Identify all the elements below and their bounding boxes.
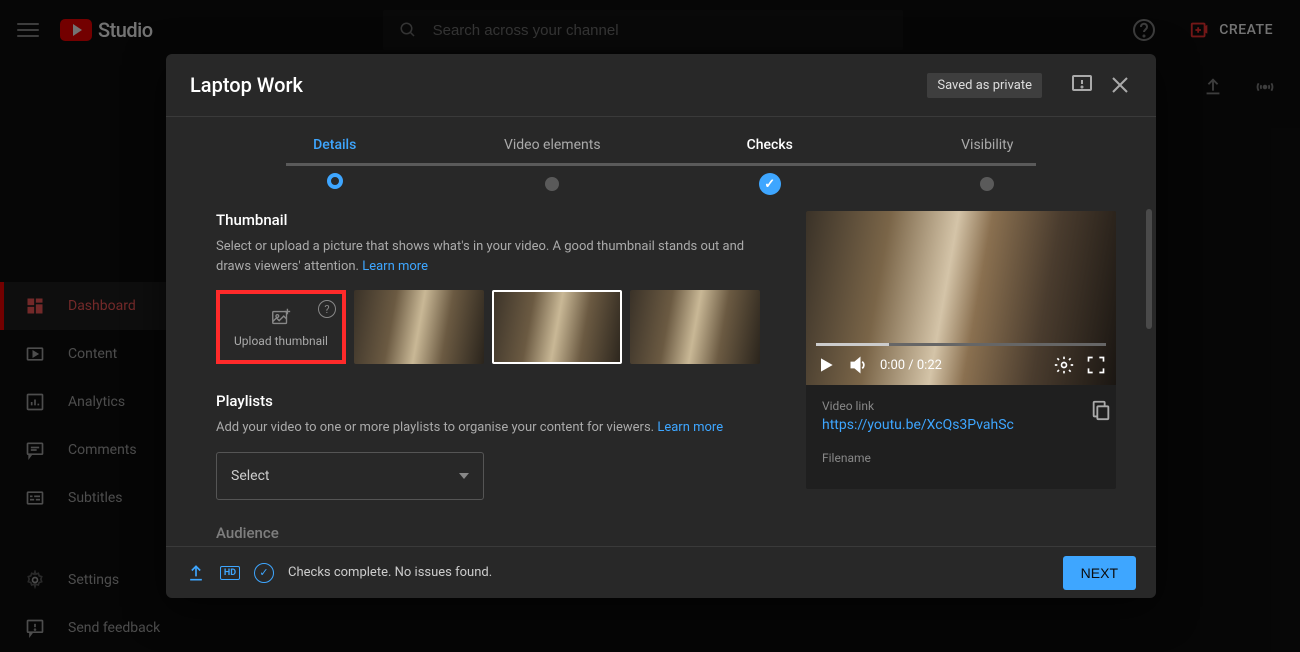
video-player[interactable]: 0:00 / 0:22 [806, 211, 1116, 385]
audience-title: Audience [216, 524, 766, 542]
copy-icon[interactable] [1090, 399, 1112, 421]
modal-footer: HD ✓ Checks complete. No issues found. N… [166, 546, 1156, 598]
preview-info: Video link https://youtu.be/XcQs3PvahSc … [806, 385, 1116, 489]
feedback-icon[interactable] [1070, 73, 1094, 97]
video-controls: 0:00 / 0:22 [806, 345, 1116, 385]
step-details[interactable]: Details [226, 137, 444, 167]
modal-body: Thumbnail Select or upload a picture tha… [166, 187, 1156, 546]
thumbnail-row: Upload thumbnail ? [216, 290, 766, 364]
checks-status-text: Checks complete. No issues found. [288, 565, 492, 580]
add-image-icon [270, 306, 292, 328]
playlists-learn-more-link[interactable]: Learn more [657, 420, 723, 435]
close-icon[interactable] [1108, 73, 1132, 97]
stepper: Details Video elements Checks Visibility [166, 117, 1156, 187]
save-status-badge: Saved as private [927, 73, 1042, 98]
step-visibility[interactable]: Visibility [879, 137, 1097, 167]
video-preview: 0:00 / 0:22 Video link https://youtu.be/… [806, 211, 1116, 489]
thumbnail-learn-more-link[interactable]: Learn more [362, 259, 428, 274]
step-checks[interactable]: Checks [661, 137, 879, 167]
thumbnail-option-3[interactable] [630, 290, 760, 364]
volume-icon[interactable] [848, 355, 868, 375]
preview-panel: 0:00 / 0:22 Video link https://youtu.be/… [806, 187, 1156, 546]
upload-thumbnail-button[interactable]: Upload thumbnail ? [216, 290, 346, 364]
filename-label: Filename [822, 451, 1100, 465]
next-button[interactable]: NEXT [1063, 556, 1136, 590]
chevron-down-icon [459, 473, 469, 479]
video-link[interactable]: https://youtu.be/XcQs3PvahSc [822, 417, 1100, 433]
fullscreen-icon[interactable] [1086, 355, 1106, 375]
playlists-desc: Add your video to one or more playlists … [216, 418, 766, 438]
hd-badge: HD [220, 566, 240, 580]
help-icon[interactable]: ? [318, 300, 336, 318]
play-icon[interactable] [816, 355, 836, 375]
upload-thumbnail-label: Upload thumbnail [234, 334, 328, 348]
playlists-title: Playlists [216, 392, 766, 410]
video-progress-bar[interactable] [816, 343, 1106, 346]
check-circle-icon: ✓ [254, 563, 274, 583]
modal-title: Laptop Work [190, 73, 927, 97]
scrollbar[interactable] [1144, 209, 1152, 386]
select-label: Select [231, 468, 269, 484]
thumbnail-desc: Select or upload a picture that shows wh… [216, 237, 766, 276]
settings-gear-icon[interactable] [1054, 355, 1074, 375]
thumbnail-title: Thumbnail [216, 211, 766, 229]
upload-modal: Laptop Work Saved as private Details Vid… [166, 54, 1156, 598]
video-link-label: Video link [822, 399, 1100, 413]
modal-header: Laptop Work Saved as private [166, 54, 1156, 116]
upload-status-icon [186, 563, 206, 583]
playlists-select[interactable]: Select [216, 452, 484, 500]
details-panel: Thumbnail Select or upload a picture tha… [166, 187, 806, 546]
thumbnail-option-2[interactable] [492, 290, 622, 364]
thumbnail-option-1[interactable] [354, 290, 484, 364]
step-video-elements[interactable]: Video elements [444, 137, 662, 167]
video-time: 0:00 / 0:22 [880, 358, 942, 373]
